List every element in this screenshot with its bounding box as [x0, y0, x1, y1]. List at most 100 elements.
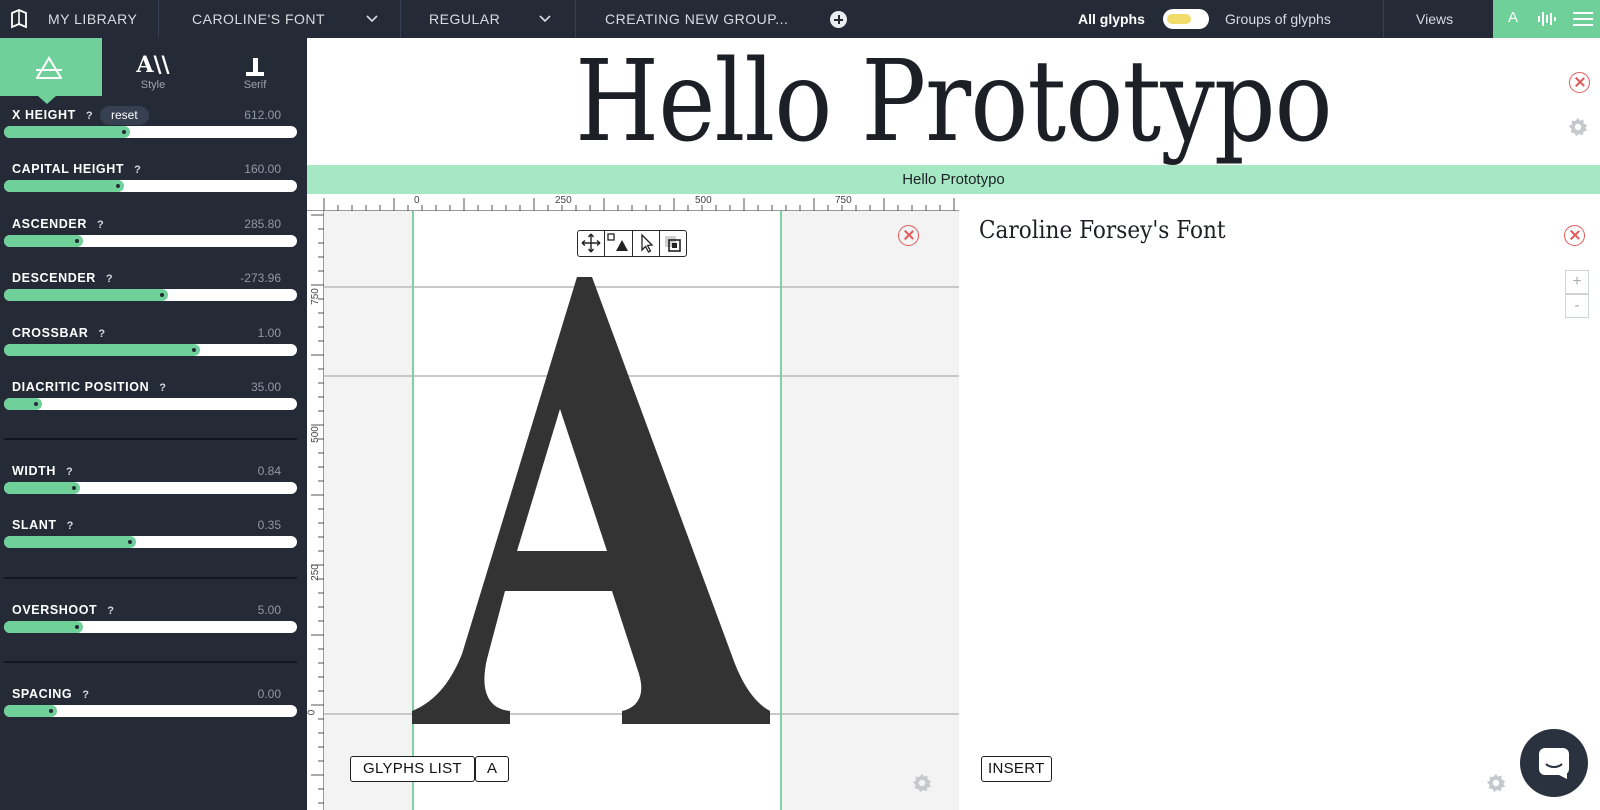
parameter-slider[interactable] — [4, 126, 297, 138]
slider-handle[interactable] — [128, 540, 132, 544]
tab-serif[interactable]: Serif — [204, 38, 306, 96]
parameter-row: SPACING? 0.00 — [0, 687, 307, 737]
help-icon[interactable]: ? — [134, 164, 141, 176]
component-tool-icon[interactable] — [660, 231, 686, 256]
gear-icon[interactable] — [1567, 116, 1589, 138]
tab-functions[interactable] — [0, 38, 102, 96]
parameter-slider[interactable] — [4, 235, 297, 247]
parameter-value: 0.35 — [257, 518, 281, 532]
parameter-name: SLANT? — [12, 518, 74, 532]
close-icon[interactable] — [1569, 72, 1590, 93]
glyphs-mode-toggle[interactable] — [1163, 9, 1209, 29]
help-icon[interactable]: ? — [107, 605, 114, 617]
slider-handle[interactable] — [75, 239, 79, 243]
tab-style[interactable]: A\\ Style — [102, 38, 204, 96]
vertical-ruler: 750 500 250 0 — [307, 211, 324, 810]
parameter-slider[interactable] — [4, 180, 297, 192]
parameter-slider[interactable] — [4, 398, 297, 410]
parameter-name: CAPITAL HEIGHT? — [12, 162, 142, 176]
slider-fill — [4, 536, 136, 548]
parameter-row: X HEIGHT? reset 612.00 — [0, 106, 307, 158]
insert-button[interactable]: INSERT — [981, 756, 1052, 782]
select-tool-icon[interactable] — [633, 231, 660, 256]
slider-fill — [4, 126, 130, 138]
parameter-value: 612.00 — [244, 108, 281, 122]
menu-icon[interactable] — [1573, 11, 1593, 27]
help-icon[interactable]: ? — [98, 328, 105, 340]
plus-circle-icon[interactable] — [830, 11, 847, 28]
slider-handle[interactable] — [34, 402, 38, 406]
reset-button[interactable]: reset — [100, 106, 149, 125]
tab-serif-label: Serif — [243, 79, 267, 91]
zoom-out-button[interactable]: - — [1565, 294, 1589, 318]
preview-string-bar[interactable]: Hello Prototypo — [307, 165, 1600, 194]
zoom-in-button[interactable]: + — [1565, 270, 1589, 294]
slider-handle[interactable] — [75, 625, 79, 629]
headline-preview: Hello Prototypo — [307, 38, 1600, 166]
help-icon[interactable]: ? — [86, 110, 93, 122]
parameter-slider[interactable] — [4, 621, 297, 633]
shape-tool-icon[interactable] — [605, 231, 633, 256]
groups-of-glyphs-label[interactable]: Groups of glyphs — [1225, 0, 1331, 38]
parameter-slider[interactable] — [4, 482, 297, 494]
parameter-slider[interactable] — [4, 344, 297, 356]
text-preview-content[interactable]: Caroline Forsey's Font — [979, 216, 1226, 244]
slider-handle[interactable] — [116, 184, 120, 188]
chat-icon[interactable] — [1520, 729, 1588, 797]
parameter-row: CAPITAL HEIGHT? 160.00 — [0, 162, 307, 212]
help-icon[interactable]: ? — [159, 382, 166, 394]
ruler-label: 0 — [414, 195, 420, 206]
slider-handle[interactable] — [192, 348, 196, 352]
help-icon[interactable]: ? — [67, 520, 74, 532]
horizontal-ruler: 0 250 500 750 — [307, 194, 959, 211]
all-glyphs-label[interactable]: All glyphs — [1078, 0, 1145, 38]
close-icon[interactable] — [898, 225, 919, 246]
parameter-value: 1.00 — [257, 326, 281, 340]
parameter-slider[interactable] — [4, 536, 297, 548]
parameter-slider[interactable] — [4, 289, 297, 301]
active-tab-pointer — [38, 96, 56, 104]
slider-handle[interactable] — [72, 486, 76, 490]
ruler-label: 250 — [555, 195, 572, 206]
slider-handle[interactable] — [122, 130, 126, 134]
parameter-row: OVERSHOOT? 5.00 — [0, 603, 307, 653]
parameter-value: -273.96 — [240, 271, 281, 285]
slider-handle[interactable] — [49, 709, 53, 713]
parameter-name: ASCENDER? — [12, 217, 105, 231]
parameter-slider[interactable] — [4, 705, 297, 717]
style-tab-icon: A\\ — [136, 52, 170, 78]
glyphs-list-button[interactable]: GLYPHS LIST — [350, 756, 475, 782]
headline-preview-text[interactable]: Hello Prototypo — [398, 38, 1510, 166]
my-library-link[interactable]: MY LIBRARY — [48, 0, 137, 38]
parameter-row: DESCENDER? -273.96 — [0, 271, 307, 321]
gear-icon[interactable] — [911, 772, 933, 794]
gear-icon[interactable] — [1485, 772, 1507, 794]
slider-fill — [4, 705, 57, 717]
glyph-editor[interactable]: 0 250 500 750 750 500 250 0 GLYPHS LIST … — [307, 194, 959, 810]
glyph-outline-A[interactable] — [407, 269, 787, 729]
help-icon[interactable]: ? — [66, 466, 73, 478]
help-icon[interactable]: ? — [97, 219, 104, 231]
tab-style-label: Style — [140, 79, 166, 91]
ruler-label: 750 — [835, 195, 852, 206]
variant-selector[interactable]: REGULAR — [429, 0, 552, 38]
glyph-group-selector[interactable]: CREATING NEW GROUP... — [605, 0, 788, 38]
help-icon[interactable]: ? — [82, 689, 89, 701]
waveform-icon[interactable] — [1537, 11, 1557, 27]
text-preview-panel[interactable]: Caroline Forsey's Font + - INSERT — [959, 194, 1600, 810]
slider-fill — [4, 482, 80, 494]
parameter-value: 5.00 — [257, 603, 281, 617]
slider-handle[interactable] — [160, 293, 164, 297]
help-icon[interactable]: ? — [106, 273, 113, 285]
current-glyph-button[interactable]: A — [475, 756, 510, 782]
ruler-label: 500 — [309, 426, 321, 443]
font-selector[interactable]: CAROLINE'S FONT — [192, 0, 379, 38]
parameter-name: CROSSBAR? — [12, 326, 106, 340]
library-icon[interactable] — [10, 9, 28, 29]
move-tool-icon[interactable] — [578, 231, 606, 256]
slider-fill — [4, 289, 168, 301]
close-icon[interactable] — [1564, 225, 1585, 246]
glyph-view-button[interactable]: A — [1508, 9, 1518, 26]
editor-toolbar — [577, 230, 687, 257]
views-menu[interactable]: Views — [1416, 0, 1453, 38]
